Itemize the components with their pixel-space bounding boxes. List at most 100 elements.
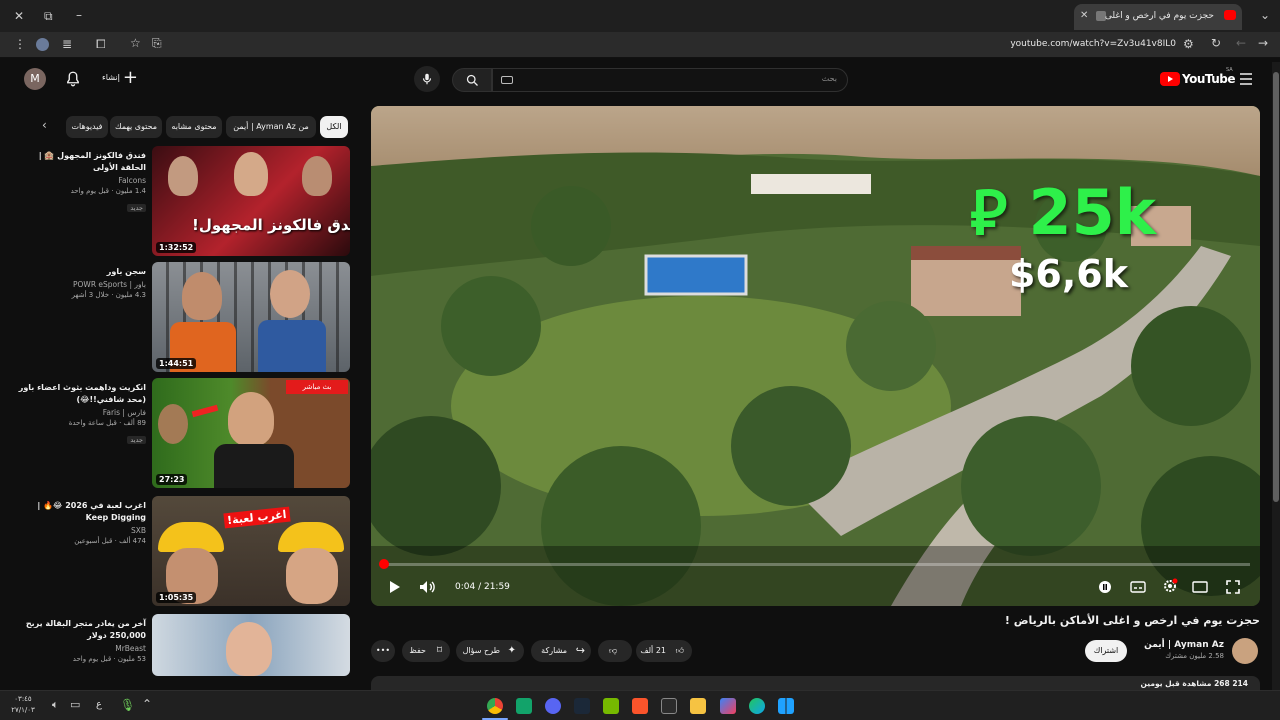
extensions-icon[interactable]: ⧠ — [96, 38, 106, 50]
store-icon[interactable] — [661, 698, 677, 714]
video-duration: 27:23 — [156, 474, 188, 485]
sidebar-icon[interactable]: ≣ — [62, 38, 72, 50]
progress-scrubber[interactable] — [378, 559, 389, 569]
dislike-button[interactable]: 👎︎ — [598, 640, 632, 662]
like-button[interactable]: 👍︎ 21 ألف — [636, 640, 692, 662]
voice-search-button[interactable] — [414, 66, 440, 92]
channel-name[interactable]: Ayman Az | أيمن — [1144, 640, 1224, 650]
file-explorer-icon[interactable] — [690, 698, 706, 714]
recommendation-title[interactable]: فندق فالكونز المجهول 🏨 | الحلقة الأولى — [16, 150, 146, 174]
hamburger-menu-icon[interactable] — [1239, 72, 1253, 86]
browser-menu-icon[interactable]: ⋮ — [14, 38, 26, 50]
recommendation-channel[interactable]: SXB — [16, 526, 146, 535]
play-icon[interactable] — [387, 580, 401, 594]
volume-icon[interactable] — [419, 580, 435, 594]
page-scrollbar[interactable] — [1272, 62, 1280, 690]
fullscreen-icon[interactable] — [1226, 580, 1240, 594]
ask-button[interactable]: ✦ طرح سؤال — [456, 640, 524, 662]
youtube-logo[interactable]: YouTube SA — [1160, 67, 1236, 90]
video-thumbnail[interactable]: بث مباشر 27:23 — [152, 378, 350, 488]
ask-label: طرح سؤال — [462, 646, 500, 655]
filter-chip-for-you[interactable]: محتوى يهمك — [110, 116, 162, 138]
page-scrollbar-thumb[interactable] — [1273, 72, 1279, 502]
search-input[interactable]: بحث — [492, 68, 848, 92]
steam-icon[interactable] — [574, 698, 590, 714]
chevron-left-icon[interactable]: ‹ — [42, 119, 47, 131]
tray-chevron-up-icon[interactable]: ⌃ — [142, 698, 152, 710]
browser-tab-active[interactable]: ✕ حجزت يوم في ارخص و اغلى — [1074, 4, 1242, 30]
recommendation-title[interactable]: انكريت وداهمت بثوث اعضاء باور (محد شافني… — [16, 382, 146, 406]
bookmark-star-icon[interactable]: ☆ — [130, 37, 141, 49]
restore-window-icon[interactable]: ⧉ — [44, 10, 53, 22]
microphone-tray-icon[interactable]: 🎙︎ — [120, 699, 135, 711]
progress-bar[interactable] — [378, 559, 1250, 569]
brave-icon[interactable] — [632, 698, 648, 714]
video-thumbnail[interactable]: فندق فالكونز المجهول! 1:32:52 — [152, 146, 350, 256]
copilot-icon[interactable] — [720, 698, 736, 714]
monitor-icon[interactable]: ▭ — [70, 699, 80, 711]
recommendation-item[interactable]: آخر من يغادر متجر البقالة يربح 250,000 د… — [14, 614, 350, 676]
site-settings-icon[interactable]: ⚙ — [1183, 38, 1194, 50]
subscribe-button[interactable]: اشتراك — [1085, 640, 1127, 662]
share-button[interactable]: ↪ مشاركة — [531, 640, 591, 662]
close-tab-icon[interactable]: ✕ — [1080, 10, 1088, 22]
settings-gear-icon[interactable] — [1162, 578, 1178, 594]
url-text[interactable]: youtube.com/watch?v=Zv3u41v8IL0 — [980, 39, 1176, 49]
youtube-favicon-icon — [1224, 10, 1236, 20]
profile-avatar[interactable] — [36, 38, 49, 51]
recommendation-channel[interactable]: باور | POWR eSports — [16, 280, 146, 289]
theater-mode-icon[interactable] — [1192, 580, 1208, 594]
language-indicator[interactable]: ع — [96, 699, 102, 710]
video-thumbnail[interactable] — [152, 614, 350, 676]
filter-chip-from-channel[interactable]: من Ayman Az | أيمن — [226, 116, 316, 138]
subtitles-icon[interactable] — [1130, 580, 1146, 594]
close-window-icon[interactable]: ✕ — [14, 10, 24, 22]
filter-chip-videos[interactable]: فيديوهات — [66, 116, 108, 138]
forward-icon[interactable]: ← — [1236, 37, 1246, 49]
discord-icon[interactable] — [545, 698, 561, 714]
recommendation-item[interactable]: بث مباشر 27:23 انكريت وداهمت بثوث اعضاء … — [14, 378, 350, 490]
recommendation-item[interactable]: فندق فالكونز المجهول! 1:32:52 فندق فالكو… — [14, 146, 350, 258]
account-avatar[interactable]: M — [24, 68, 46, 90]
reload-icon[interactable]: ↻ — [1211, 37, 1221, 49]
filter-chip-related[interactable]: محتوى مشابه — [166, 116, 222, 138]
price-overlay-usd: $6,6k — [1008, 252, 1128, 296]
tab-search-icon[interactable]: ⌄ — [1260, 9, 1270, 21]
person-shirt — [214, 444, 294, 488]
autoplay-toggle-icon[interactable] — [1098, 580, 1112, 594]
edge-icon[interactable] — [749, 698, 765, 714]
install-app-icon[interactable]: ⎘ — [152, 37, 162, 49]
video-player[interactable]: ⃁ 25k $6,6k 0:04 / 21:59 — [371, 106, 1260, 606]
clock[interactable]: ٠٣:٤٥ ٢٧/١/٠٣ — [6, 694, 40, 716]
app-icon-green[interactable] — [516, 698, 532, 714]
description-box[interactable]: 214 268 مشاهدة قبل يومين — [371, 676, 1260, 690]
more-actions-button[interactable]: ••• — [371, 640, 395, 662]
video-thumbnail[interactable]: 1:44:51 — [152, 262, 350, 372]
chrome-icon[interactable] — [487, 698, 503, 714]
save-button[interactable]: ⌑ حفظ — [402, 640, 450, 662]
sparkle-icon: ✦ — [507, 645, 516, 656]
search-button[interactable] — [452, 68, 492, 92]
recommendation-item[interactable]: اغرب لعبة! 1:05:35 اغرب لعبة في 2026 😂🔥 … — [14, 496, 350, 608]
person-face — [234, 152, 268, 196]
recommendation-item[interactable]: 1:44:51 سجن باور باور | POWR eSports 4.3… — [14, 262, 350, 374]
recommendation-title[interactable]: اغرب لعبة في 2026 😂🔥 | Keep Digging — [16, 500, 146, 524]
recommendation-channel[interactable]: Falcons — [16, 176, 146, 185]
minimize-window-icon[interactable]: – — [76, 9, 82, 21]
channel-avatar[interactable] — [1232, 638, 1258, 664]
more-dots-icon: ••• — [375, 646, 391, 655]
youtube-logo-text: YouTube — [1182, 72, 1236, 86]
recommendation-title[interactable]: آخر من يغادر متجر البقالة يربح 250,000 د… — [16, 618, 146, 642]
video-thumbnail[interactable]: اغرب لعبة! 1:05:35 — [152, 496, 350, 606]
speaker-icon[interactable]: 🔈︎ — [52, 699, 59, 711]
back-icon[interactable]: → — [1258, 37, 1268, 49]
windows-start-icon[interactable] — [778, 698, 794, 714]
recommendation-channel[interactable]: MrBeast — [16, 644, 146, 653]
filter-chip-all[interactable]: الكل — [320, 116, 348, 138]
keyboard-icon[interactable] — [501, 76, 513, 84]
nvidia-icon[interactable] — [603, 698, 619, 714]
notifications-bell-icon[interactable] — [64, 70, 82, 88]
recommendation-channel[interactable]: فارس | Faris — [16, 408, 146, 417]
create-button[interactable]: + إنشاء — [98, 67, 140, 91]
recommendation-title[interactable]: سجن باور — [16, 266, 146, 278]
